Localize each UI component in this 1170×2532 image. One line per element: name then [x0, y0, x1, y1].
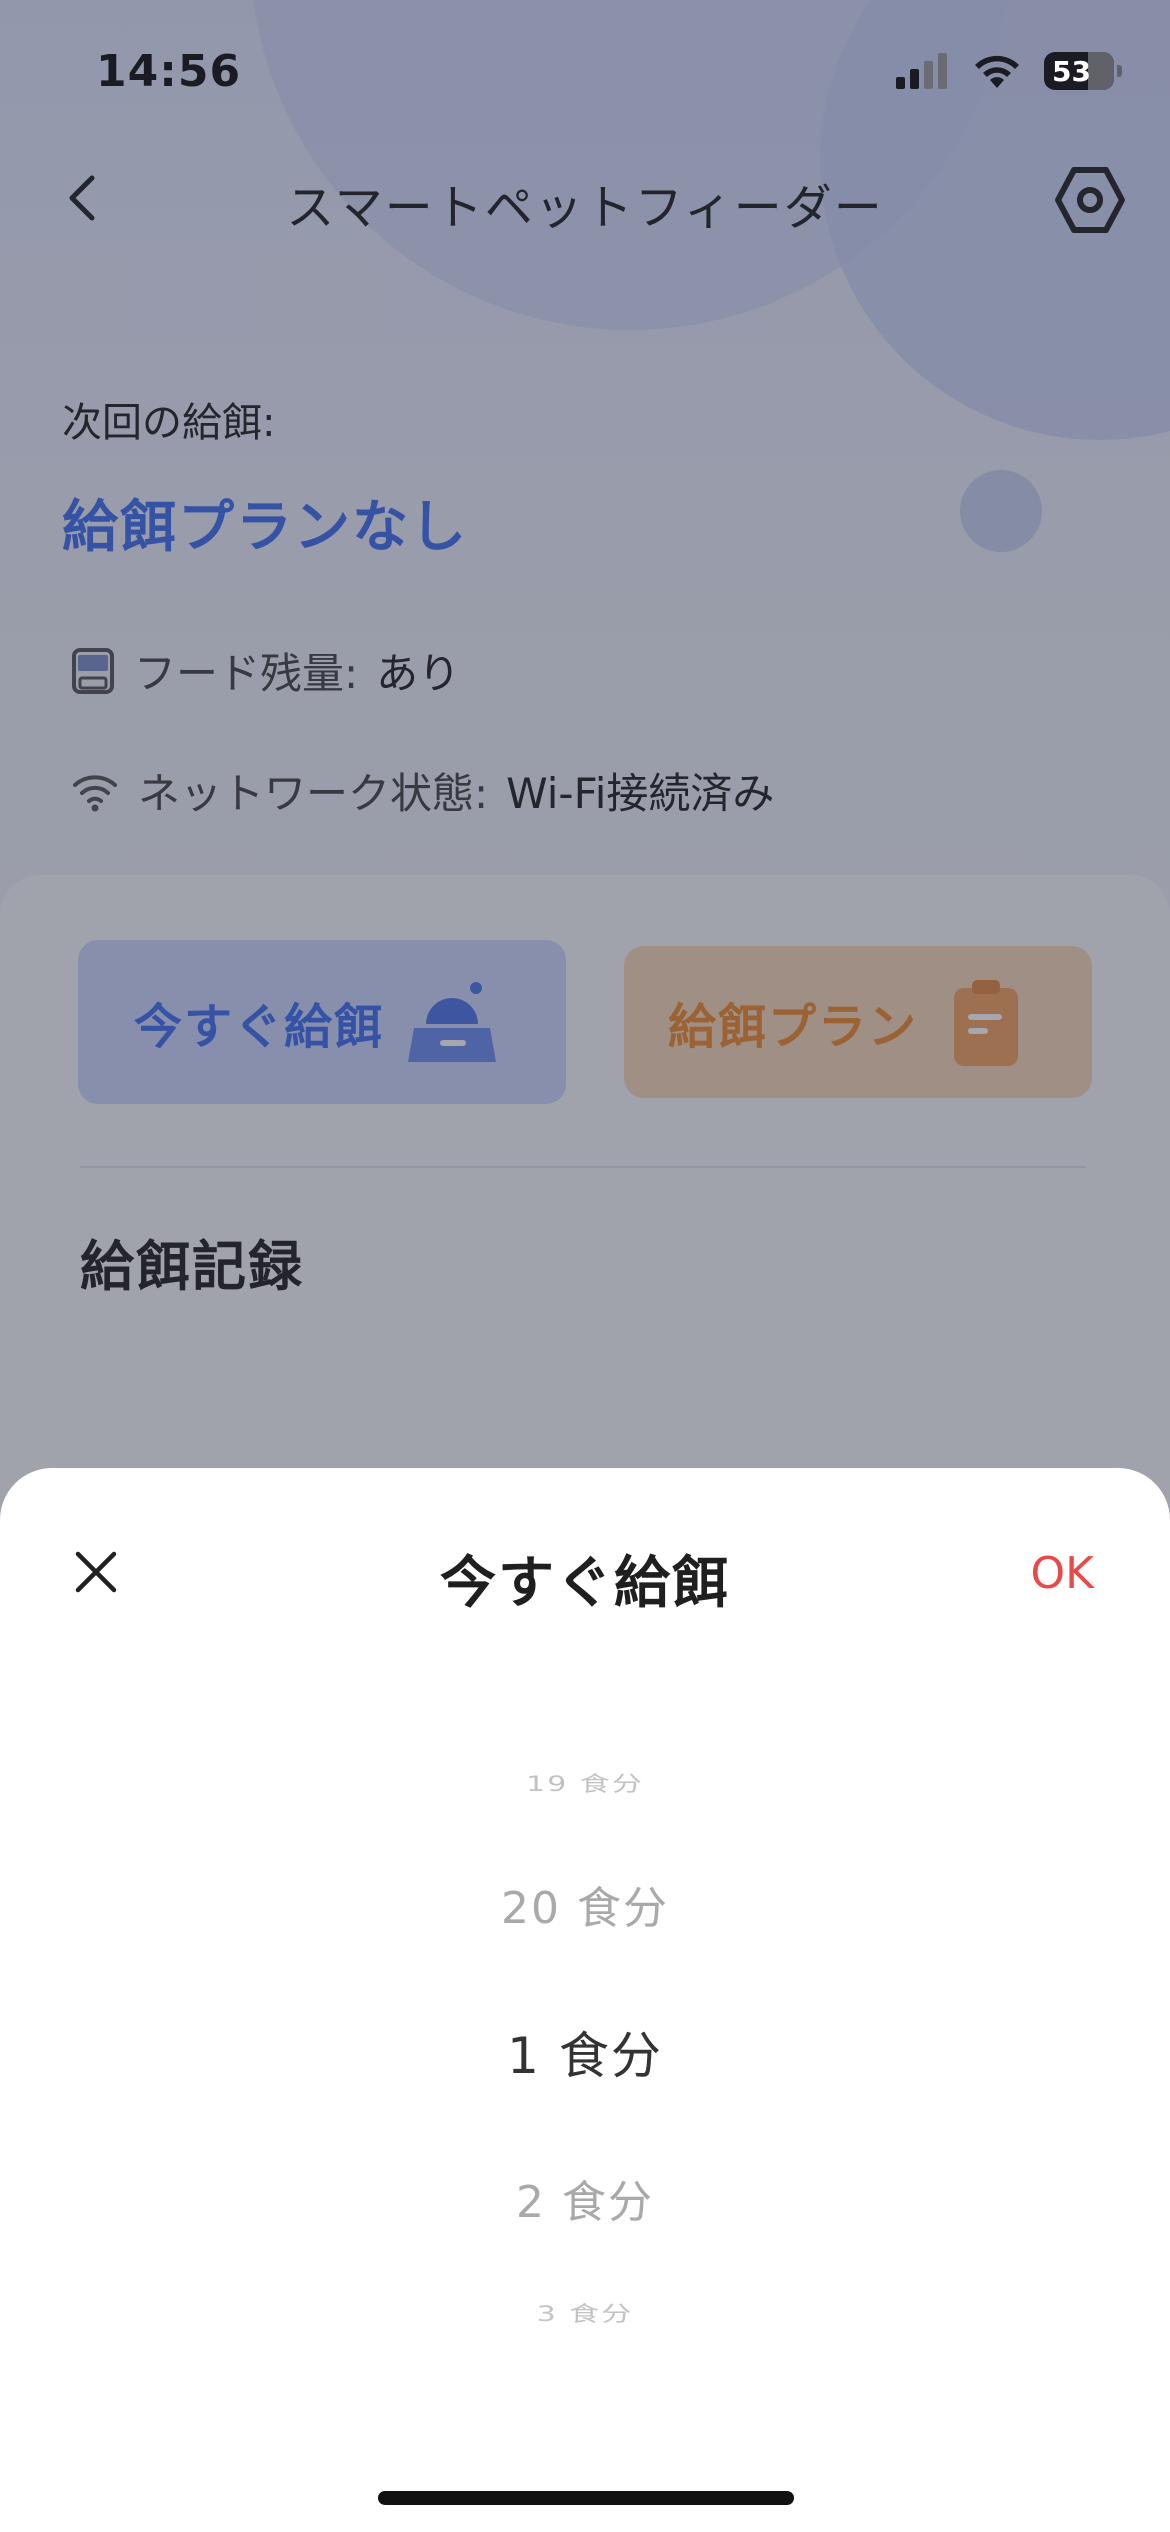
screen: 14:56 53 スマートペットフィーダー 次回の給餌: 給餌プランなし フード… — [0, 0, 1170, 2532]
sheet-title: 今すぐ給餌 — [440, 1551, 730, 1616]
picker-option[interactable]: 3 食分 — [0, 2297, 1170, 2328]
ok-button[interactable]: OK — [1031, 1548, 1095, 1599]
battery-level: 53 — [1052, 54, 1091, 88]
home-indicator[interactable] — [378, 2491, 794, 2505]
portion-picker[interactable]: 19 食分 20 食分 1 食分 2 食分 3 食分 — [0, 1760, 1170, 2340]
picker-option[interactable]: 19 食分 — [0, 1767, 1170, 1798]
picker-option[interactable]: 2 食分 — [0, 2166, 1170, 2230]
picker-option[interactable]: 20 食分 — [0, 1872, 1170, 1936]
picker-selected-option[interactable]: 1 食分 — [0, 2016, 1170, 2088]
